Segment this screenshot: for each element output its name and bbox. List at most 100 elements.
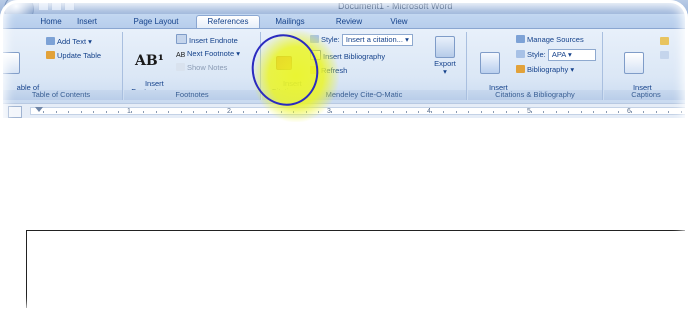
ruler-tick [630,111,632,113]
update-figures-icon [660,51,669,59]
bibliography-label: Bibliography [527,65,569,74]
group-label-toc: Table of Contents [0,90,122,100]
ruler-tick [330,111,332,113]
ruler-tick [205,111,207,113]
manage-sources-icon [516,35,525,43]
add-text-icon [46,37,55,45]
title-bar: Document1 - Microsoft Word [0,0,688,24]
ruler-tick [655,111,657,113]
update-figures-button[interactable] [660,50,671,61]
ruler-tick [143,111,144,113]
insert-bibliography-icon [310,50,321,60]
ruler-tick [530,111,532,113]
next-footnote-icon: AB [176,52,186,59]
horizontal-ruler[interactable]: 1 2 3 4 5 6 [0,103,688,119]
add-text-button[interactable]: Add Text ▾ [46,36,92,47]
redo-icon[interactable] [64,2,75,11]
tab-references[interactable]: References [196,15,260,29]
ruler-tick [355,111,357,113]
export-button[interactable]: Export ▾ [428,36,462,76]
ruler-tick [455,111,457,113]
insert-bibliography-button[interactable]: Insert Bibliography [310,50,385,61]
quick-access-toolbar [38,2,98,12]
group-label-captions: Captions [604,90,688,100]
ruler-tick [468,111,469,113]
ruler-tick [493,111,494,113]
ruler-tick [505,111,507,113]
ruler-tick [343,111,344,113]
ruler-tick [555,111,557,113]
tab-page-layout[interactable]: Page Layout [128,16,184,28]
group-table-of-contents: able of ntents Add Text ▾ Update Table T… [0,32,123,100]
ruler-tick [418,111,419,113]
ruler-tick [618,111,619,113]
ruler-tick [80,111,82,113]
manage-sources-label: Manage Sources [527,35,584,44]
tab-mailings[interactable]: Mailings [270,16,310,28]
ruler-tick [218,111,219,113]
ruler-tick [193,111,194,113]
group-footnotes: AB¹ Insert Footnote Insert Endnote ABNex… [124,32,261,100]
citation-style-icon [516,50,525,58]
citation-style-dropdown[interactable]: APA ▾ [547,49,596,61]
export-icon [435,36,455,58]
ruler-tick [93,111,94,113]
next-footnote-button[interactable]: AB Next Footnote ▾ [176,48,240,59]
ruler-tick [268,111,269,113]
ruler-tick [605,111,607,113]
refresh-button[interactable]: Refresh [310,65,347,76]
ribbon: able of ntents Add Text ▾ Update Table T… [0,28,688,103]
group-label-citations: Citations & Bibliography [468,90,602,100]
ruler-tick [430,111,432,113]
citation-style-value: APA [551,50,566,59]
group-captions: Insert Caption Captions [604,32,688,100]
show-notes-icon [176,63,185,71]
indent-marker[interactable] [35,107,43,112]
insert-endnote-button[interactable]: Insert Endnote [176,34,238,45]
mendeley-style-dropdown[interactable]: Insert a citation... ▾ [341,34,413,46]
update-table-icon [46,51,55,59]
ruler-tick [180,111,182,113]
refresh-label: Refresh [321,66,348,75]
ruler-tick [280,111,282,113]
page-boundary[interactable] [26,230,688,311]
tab-view[interactable]: View [384,16,414,28]
mendeley-style-selector[interactable]: Style: Insert a citation... ▾ [310,34,413,46]
refresh-icon [310,66,319,74]
bibliography-button[interactable]: Bibliography ▾ [516,64,574,75]
show-notes-button[interactable]: Show Notes [176,62,227,73]
mendeley-citation-icon [276,56,292,70]
tab-insert[interactable]: Insert [70,16,104,28]
save-icon[interactable] [38,2,49,11]
table-of-figures-icon [660,37,669,45]
ruler-tick [130,111,132,113]
group-mendeley: Insert Citation Style: Insert a citation… [262,32,467,100]
ruler-tick [68,111,69,113]
ruler-tick [543,111,544,113]
ruler-tick [305,111,307,113]
tab-selector-icon[interactable] [8,106,22,118]
ruler-track: 1 2 3 4 5 6 [30,107,688,115]
ruler-tick [243,111,244,113]
citation-style-selector[interactable]: Style: APA ▾ [516,49,596,61]
ruler-tick [105,111,107,113]
update-table-label: Update Table [57,51,102,60]
ruler-tick [368,111,369,113]
undo-icon[interactable] [51,2,62,11]
manage-sources-button[interactable]: Manage Sources [516,34,584,45]
update-table-button[interactable]: Update Table [46,50,101,61]
insert-endnote-icon [176,34,187,44]
document-area[interactable] [0,118,688,311]
tab-review[interactable]: Review [330,16,368,28]
footnote-ab-icon: AB¹ [135,53,164,69]
ruler-tick [593,111,594,113]
ruler-tick [155,111,157,113]
word-window: Document1 - Microsoft Word Home Insert P… [0,0,688,311]
ruler-tick [443,111,444,113]
ruler-tick [568,111,569,113]
tab-home[interactable]: Home [36,16,66,28]
insert-bibliography-label: Insert Bibliography [323,52,386,61]
ruler-tick [668,111,669,113]
insert-table-of-figures-button[interactable] [660,36,671,47]
ruler-tick [518,111,519,113]
